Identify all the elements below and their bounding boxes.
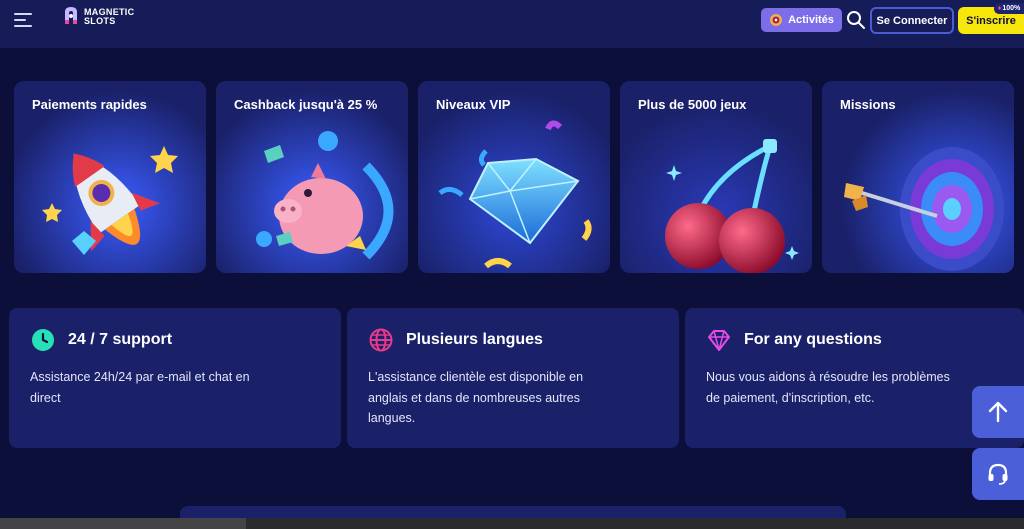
login-button[interactable]: Se Connecter xyxy=(870,7,954,34)
wheel-icon xyxy=(770,14,783,26)
activities-label: Activités xyxy=(788,14,834,26)
scroll-to-top-button[interactable] xyxy=(972,386,1024,438)
globe-icon xyxy=(369,328,393,352)
info-text: Nous vous aidons à résoudre les problème… xyxy=(706,370,950,405)
logo-magnet-icon xyxy=(65,7,77,24)
feature-title: Niveaux VIP xyxy=(436,97,511,112)
arrow-up-icon xyxy=(988,401,1008,423)
feature-card-fast-payments[interactable]: Paiements rapides xyxy=(14,81,206,273)
footer-panel-edge xyxy=(180,506,846,518)
bonus-badge-label: 100% xyxy=(1002,5,1021,12)
search-icon[interactable] xyxy=(846,10,866,30)
feature-card-cashback[interactable]: Cashback jusqu'à 25 % xyxy=(216,81,408,273)
info-card-support: 24 / 7 support Assistance 24h/24 par e-m… xyxy=(9,308,341,448)
os-taskbar xyxy=(0,518,1024,529)
clock-icon xyxy=(32,329,54,351)
feature-title: Missions xyxy=(840,97,896,112)
headset-icon xyxy=(988,463,1008,485)
feature-title: Paiements rapides xyxy=(32,97,147,112)
info-text: L'assistance clientèle est disponible en… xyxy=(368,370,584,425)
feature-card-games[interactable]: Plus de 5000 jeux xyxy=(620,81,812,273)
gem-icon: ♦ xyxy=(997,5,1002,12)
feature-card-vip[interactable]: Niveaux VIP xyxy=(418,81,610,273)
info-card-languages: Plusieurs langues L'assistance clientèle… xyxy=(347,308,679,448)
info-title: For any questions xyxy=(744,331,882,348)
support-chat-button[interactable] xyxy=(972,448,1024,500)
menu-icon[interactable] xyxy=(14,13,32,27)
bonus-badge: ♦ 100% xyxy=(994,3,1024,14)
info-text: Assistance 24h/24 par e-mail et chat en … xyxy=(30,370,250,405)
logo-line-2: SLOTS xyxy=(84,16,116,26)
diamond-outline-icon xyxy=(708,330,730,351)
activities-button[interactable]: Activités xyxy=(761,8,842,32)
top-header: MAGNETIC SLOTS Activités Se Connecter S'… xyxy=(0,0,1024,48)
logo[interactable]: MAGNETIC SLOTS xyxy=(62,6,154,28)
feature-title: Plus de 5000 jeux xyxy=(638,97,747,112)
info-title: 24 / 7 support xyxy=(68,331,173,348)
feature-title: Cashback jusqu'à 25 % xyxy=(234,97,378,112)
info-title: Plusieurs langues xyxy=(406,331,543,348)
feature-card-missions[interactable]: Missions xyxy=(822,81,1014,273)
